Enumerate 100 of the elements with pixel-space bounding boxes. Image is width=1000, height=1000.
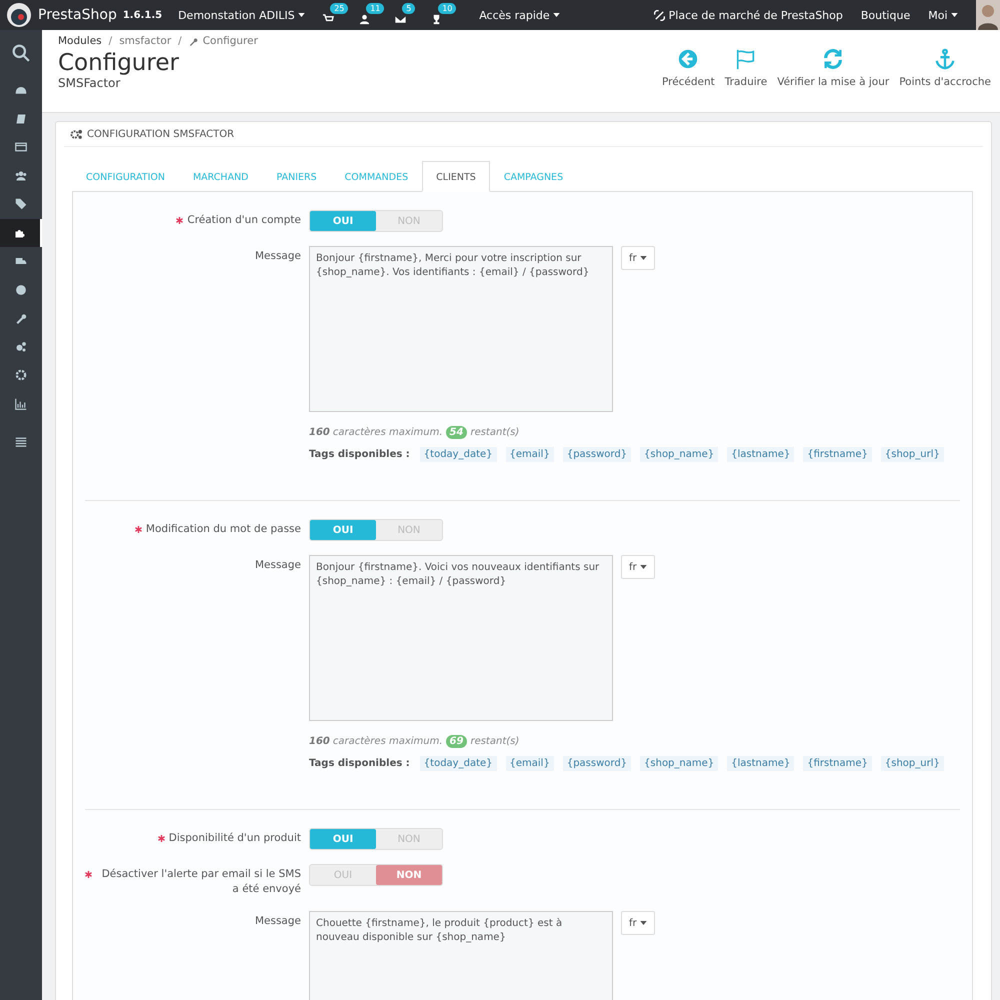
back-icon bbox=[677, 48, 700, 70]
message-field[interactable]: Chouette {firstname}, le produit {product} est à nouveau disponible sur {shop_name} bbox=[309, 911, 613, 1000]
field-label: Disponibilité d'un produit bbox=[168, 831, 301, 846]
tag-chip[interactable]: {email} bbox=[506, 447, 554, 462]
logo-icon[interactable] bbox=[6, 2, 32, 28]
switch-option[interactable]: NON bbox=[376, 865, 442, 885]
message-field[interactable]: Bonjour {firstname}, Merci pour votre inscription sur {shop_name}. Vos identifiants : {email} / {password} bbox=[309, 246, 613, 412]
chart-icon bbox=[15, 398, 27, 410]
tag-chip[interactable]: {password} bbox=[562, 756, 632, 771]
tags-label: Tags disponibles : bbox=[309, 758, 410, 769]
cart-count-badge: 25 bbox=[330, 3, 348, 14]
panel-heading: CONFIGURATION SMSFACTOR bbox=[87, 128, 234, 140]
tag-chip[interactable]: {shop_name} bbox=[640, 756, 718, 771]
anchor-icon bbox=[934, 48, 956, 70]
language-dropdown[interactable]: fr bbox=[621, 911, 655, 936]
tab[interactable]: PANIERS bbox=[262, 161, 331, 192]
tag-chip[interactable]: {firstname} bbox=[803, 756, 872, 771]
tag-chip[interactable]: {shop_url} bbox=[880, 447, 944, 462]
tag-chip[interactable]: {shop_url} bbox=[880, 756, 944, 771]
breadcrumb-link[interactable]: smsfactor bbox=[119, 35, 172, 47]
page-title: Configurer bbox=[58, 51, 180, 76]
quick-access-dropdown[interactable]: Accès rapide bbox=[479, 8, 560, 22]
tag-chip[interactable]: {today_date} bbox=[420, 756, 497, 771]
user-icon bbox=[359, 14, 370, 25]
page-subtitle: SMSFactor bbox=[58, 76, 122, 90]
tab[interactable]: CONFIGURATION bbox=[72, 161, 179, 192]
menu-icon bbox=[15, 436, 27, 448]
anchor-toolbar-button[interactable]: Points d'accroche bbox=[896, 48, 994, 88]
gears-icon bbox=[70, 128, 83, 140]
mail-icon bbox=[395, 14, 406, 25]
gear-icon bbox=[15, 369, 27, 382]
gears-icon bbox=[15, 340, 27, 353]
switch-option[interactable]: OUI bbox=[310, 829, 376, 849]
version-number: 1.6.1.5 bbox=[122, 10, 162, 20]
caret-icon bbox=[640, 921, 647, 926]
puzzle-menu-item[interactable] bbox=[0, 218, 42, 247]
tab[interactable]: COMMANDES bbox=[330, 161, 422, 192]
dashboard-icon bbox=[15, 84, 27, 96]
breadcrumb-separator: / bbox=[178, 35, 182, 47]
tag-chip[interactable]: {firstname} bbox=[803, 447, 872, 462]
max-characters: 160 bbox=[309, 736, 330, 747]
tab[interactable]: CAMPAGNES bbox=[490, 161, 578, 192]
mail-notification-button[interactable]: 5 bbox=[395, 5, 424, 25]
language-dropdown[interactable]: fr bbox=[621, 246, 655, 270]
caret-icon bbox=[640, 256, 647, 260]
breadcrumb-link[interactable]: Configurer bbox=[202, 35, 258, 47]
account-dropdown[interactable]: Moi bbox=[928, 8, 958, 22]
tag-chip[interactable]: {lastname} bbox=[727, 756, 794, 771]
remaining-count-badge: 54 bbox=[446, 426, 468, 439]
tags-label: Tags disponibles : bbox=[309, 449, 410, 460]
switch-option[interactable]: OUI bbox=[310, 520, 376, 540]
tag-chip[interactable]: {lastname} bbox=[727, 447, 794, 462]
switch-option[interactable]: OUI bbox=[310, 211, 376, 231]
field-label: Désactiver l'alerte par email si le SMS a été envoyé bbox=[100, 867, 301, 898]
user-count-badge: 11 bbox=[366, 3, 384, 14]
field-label: Modification du mot de passe bbox=[146, 522, 301, 537]
field-label: Création d'un compte bbox=[187, 213, 301, 228]
counter-suffix: restant(s) bbox=[470, 427, 520, 438]
cart-notification-button[interactable]: 25 bbox=[323, 5, 352, 25]
brand-name[interactable]: PrestaShop bbox=[38, 7, 117, 23]
breadcrumb-link[interactable]: Modules bbox=[58, 35, 102, 47]
avatar[interactable] bbox=[976, 0, 1000, 30]
back-toolbar-button[interactable]: Précédent bbox=[658, 48, 718, 88]
marketplace-link[interactable]: Place de marché de PrestaShop bbox=[668, 8, 843, 22]
caret-icon bbox=[640, 564, 647, 569]
counter-suffix: restant(s) bbox=[470, 736, 520, 747]
tag-chip[interactable]: {password} bbox=[562, 447, 632, 462]
caret-icon bbox=[298, 13, 306, 18]
field-label: Message bbox=[254, 558, 302, 573]
flag-toolbar-button[interactable]: Traduire bbox=[722, 48, 770, 88]
counter-text: caractères maximum. bbox=[332, 427, 443, 438]
message-field[interactable]: Bonjour {firstname}. Voici vos nouveaux identifiants sur {shop_name} : {email} / {password} bbox=[309, 555, 613, 721]
trophy-count-badge: 10 bbox=[438, 3, 456, 14]
breadcrumb-separator: / bbox=[108, 35, 112, 47]
caret-icon bbox=[951, 13, 958, 18]
card-icon bbox=[15, 141, 27, 154]
language-dropdown[interactable]: fr bbox=[621, 555, 655, 579]
max-characters: 160 bbox=[309, 427, 330, 438]
tab[interactable]: MARCHAND bbox=[178, 161, 262, 192]
search-icon bbox=[12, 44, 30, 62]
field-label: Message bbox=[254, 914, 302, 930]
flag-icon bbox=[735, 48, 757, 70]
link-icon bbox=[654, 10, 665, 20]
refresh-toolbar-button[interactable]: Vérifier la mise à jour bbox=[774, 48, 892, 88]
trophy-notification-button[interactable]: 10 bbox=[431, 5, 460, 25]
trophy-icon bbox=[431, 14, 442, 25]
caret-icon bbox=[553, 13, 560, 18]
shop-dropdown[interactable]: Demonstation ADILIS bbox=[178, 8, 306, 22]
tag-chip[interactable]: {shop_name} bbox=[640, 447, 718, 462]
tag-chip[interactable]: {today_date} bbox=[420, 447, 497, 462]
shop-link[interactable]: Boutique bbox=[860, 8, 910, 22]
tag-icon bbox=[15, 198, 27, 210]
tag-chip[interactable]: {email} bbox=[506, 756, 554, 771]
wrench-icon bbox=[188, 36, 198, 46]
user-notification-button[interactable]: 11 bbox=[359, 5, 388, 25]
users-icon bbox=[15, 170, 27, 182]
wrench-icon bbox=[15, 312, 27, 324]
mail-count-badge: 5 bbox=[402, 3, 416, 14]
field-label: Message bbox=[254, 249, 302, 264]
tab[interactable]: CLIENTS bbox=[422, 161, 490, 192]
